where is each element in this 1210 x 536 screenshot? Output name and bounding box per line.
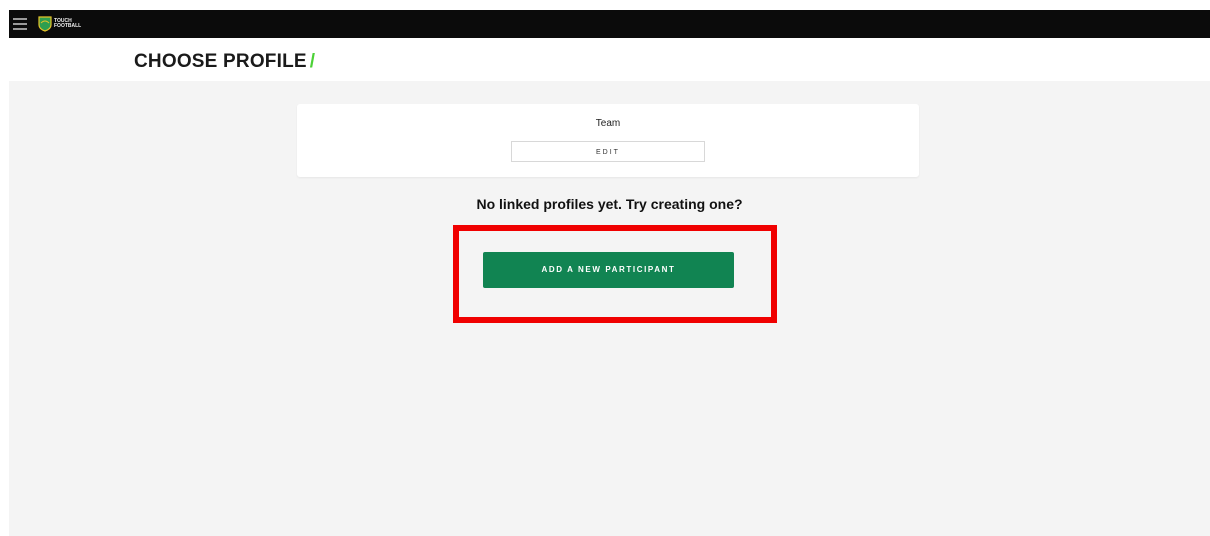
profile-name: Team [595, 118, 621, 129]
logo-text: TOUCH FOOTBALL [54, 18, 82, 29]
page-title-text: CHOOSE PROFILE [134, 51, 307, 72]
touch-football-logo[interactable]: TOUCH FOOTBALL [38, 15, 82, 33]
touch-football-logo-icon [38, 16, 52, 32]
no-linked-profiles-message: No linked profiles yet. Try creating one… [476, 196, 743, 212]
add-new-participant-button[interactable]: ADD A NEW PARTICIPANT [483, 252, 734, 288]
profile-card: Team EDIT [297, 104, 919, 177]
app-frame: TOUCH FOOTBALL CHOOSE PROFILE / Team EDIT… [9, 10, 1210, 536]
hamburger-icon[interactable] [13, 18, 27, 30]
title-accent-slash: / [309, 51, 316, 72]
page-title: CHOOSE PROFILE / [134, 51, 315, 73]
edit-profile-button[interactable]: EDIT [511, 141, 705, 162]
page-header: CHOOSE PROFILE / [9, 38, 1210, 81]
top-navigation-bar: TOUCH FOOTBALL [9, 10, 1210, 38]
